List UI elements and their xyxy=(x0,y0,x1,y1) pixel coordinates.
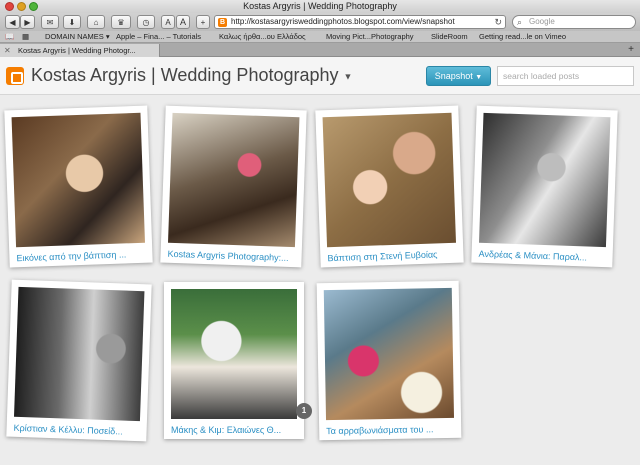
post-card[interactable]: Εικόνες από την βάπτιση ... xyxy=(4,105,153,268)
search-icon: ⌕ xyxy=(517,17,523,27)
post-card[interactable]: Βάπτιση στη Στενή Ευβοίας xyxy=(315,105,464,268)
blog-title-text: Kostas Argyris | Wedding Photography xyxy=(31,65,339,85)
tab-label: Kostas Argyris | Wedding Photogr... xyxy=(18,46,136,55)
blog-title[interactable]: Kostas Argyris | Wedding Photography ▼ xyxy=(31,65,352,86)
google-search-placeholder: Google xyxy=(529,17,555,26)
new-tab-button[interactable]: + xyxy=(628,43,634,57)
blogger-favicon-icon: B xyxy=(218,18,227,27)
zoom-window-button[interactable] xyxy=(29,2,38,11)
text-smaller-label: A xyxy=(165,17,171,27)
post-card[interactable]: Μάκης & Κιμ: Ελαιώνες Θ... xyxy=(164,282,304,439)
blog-header: Kostas Argyris | Wedding Photography ▼ S… xyxy=(0,57,640,95)
history-button[interactable]: ◷ xyxy=(137,15,155,29)
post-photo[interactable] xyxy=(13,286,145,422)
post-caption[interactable]: Μάκης & Κιμ: Ελαιώνες Θ... xyxy=(171,419,297,435)
post-photo[interactable] xyxy=(323,287,455,421)
post-photo[interactable] xyxy=(322,112,457,248)
clock-icon: ◷ xyxy=(142,17,150,27)
bookmarks-button[interactable]: ♛ xyxy=(111,15,131,29)
reading-list-icon[interactable]: 📖 xyxy=(5,31,14,43)
close-window-button[interactable] xyxy=(5,2,14,11)
post-photo[interactable] xyxy=(167,112,300,248)
reload-icon[interactable]: ↻ xyxy=(494,16,502,28)
post-caption[interactable]: Ανδρέας & Μάνια: Παραλ... xyxy=(478,243,605,263)
comment-count-badge[interactable]: 1 xyxy=(296,403,312,419)
bookmark-item[interactable]: SlideRoom xyxy=(431,31,468,43)
snapshot-view-dropdown[interactable]: Snapshot ▼ xyxy=(426,66,491,86)
bookmarks-bar: 📖 ▦ DOMAIN NAMES ▾ Apple – Fina... – Tut… xyxy=(0,31,640,43)
google-search-input[interactable]: ⌕ Google xyxy=(512,15,636,29)
text-smaller-button[interactable]: A xyxy=(161,15,175,29)
bookmark-item[interactable]: Καλως ήρθα...ου Ελλάδος xyxy=(219,31,306,43)
text-larger-button[interactable]: A xyxy=(176,15,190,29)
post-caption[interactable]: Εικόνες από την βάπτιση ... xyxy=(16,243,145,263)
tab-active[interactable]: ✕ Kostas Argyris | Wedding Photogr... xyxy=(0,44,160,57)
chevron-down-icon: ▼ xyxy=(343,71,353,82)
bookmark-item[interactable]: Apple – Fina... – Tutorials xyxy=(116,31,201,43)
address-text: http://kostasargyrisweddingphotos.blogsp… xyxy=(231,17,455,26)
post-card[interactable]: Τα αρραβωνιάσματα του ... xyxy=(316,280,462,441)
home-button[interactable]: ⌂ xyxy=(87,15,105,29)
add-bookmark-button[interactable]: + xyxy=(196,15,210,29)
bookmark-item[interactable]: Getting read...le on Vimeo xyxy=(479,31,566,43)
snapshot-label: Snapshot xyxy=(434,71,473,81)
address-bar[interactable]: B http://kostasargyrisweddingphotos.blog… xyxy=(214,15,506,29)
bookmark-item[interactable]: Moving Pict...Photography xyxy=(326,31,414,43)
post-photo[interactable] xyxy=(478,112,611,248)
forward-arrow-icon: ▶ xyxy=(24,17,31,27)
post-card[interactable]: Kostas Argyris Photography:... xyxy=(160,105,307,268)
post-photo[interactable] xyxy=(171,289,297,419)
window-title: Kostas Argyris | Wedding Photography xyxy=(243,1,397,11)
post-card[interactable]: Ανδρέας & Μάνια: Παραλ... xyxy=(471,105,618,268)
post-caption[interactable]: Κρίστιαν & Κέλλυ: Ποσείδ... xyxy=(13,417,139,437)
download-icon: ⬇ xyxy=(68,17,76,27)
snapshot-grid: Εικόνες από την βάπτιση ... Kostas Argyr… xyxy=(0,96,640,465)
download-button[interactable]: ⬇ xyxy=(63,15,81,29)
post-search-placeholder: search loaded posts xyxy=(503,71,580,81)
blogger-logo-icon[interactable] xyxy=(6,67,24,85)
home-icon: ⌂ xyxy=(93,17,99,27)
chevron-down-icon: ▼ xyxy=(475,74,483,81)
window-titlebar: Kostas Argyris | Wedding Photography xyxy=(0,0,640,13)
post-caption[interactable]: Βάπτιση στη Στενή Ευβοίας xyxy=(327,243,456,263)
minimize-window-button[interactable] xyxy=(17,2,26,11)
post-photo[interactable] xyxy=(11,112,146,248)
post-card[interactable]: Κρίστιαν & Κέλλυ: Ποσείδ... xyxy=(6,279,152,442)
forward-button[interactable]: ▶ xyxy=(20,15,35,29)
text-larger-label: A xyxy=(179,17,186,27)
mail-icon: ✉ xyxy=(46,17,54,27)
post-search-input[interactable]: search loaded posts xyxy=(497,66,634,86)
back-arrow-icon: ◀ xyxy=(9,17,16,27)
tab-bar: ✕ Kostas Argyris | Wedding Photogr... + xyxy=(0,43,640,57)
back-button[interactable]: ◀ xyxy=(5,15,20,29)
bookmark-item[interactable]: DOMAIN NAMES ▾ xyxy=(45,31,110,43)
crown-icon: ♛ xyxy=(117,17,125,27)
top-sites-icon[interactable]: ▦ xyxy=(22,31,29,43)
post-caption[interactable]: Τα αρραβωνιάσματα του ... xyxy=(326,418,454,436)
close-tab-icon[interactable]: ✕ xyxy=(4,44,11,57)
browser-toolbar: ◀ ▶ ✉ ⬇ ⌂ ♛ ◷ A A + B http://kostasargyr… xyxy=(0,13,640,31)
add-label: + xyxy=(200,17,206,27)
mail-button[interactable]: ✉ xyxy=(41,15,59,29)
post-caption[interactable]: Kostas Argyris Photography:... xyxy=(167,243,294,263)
